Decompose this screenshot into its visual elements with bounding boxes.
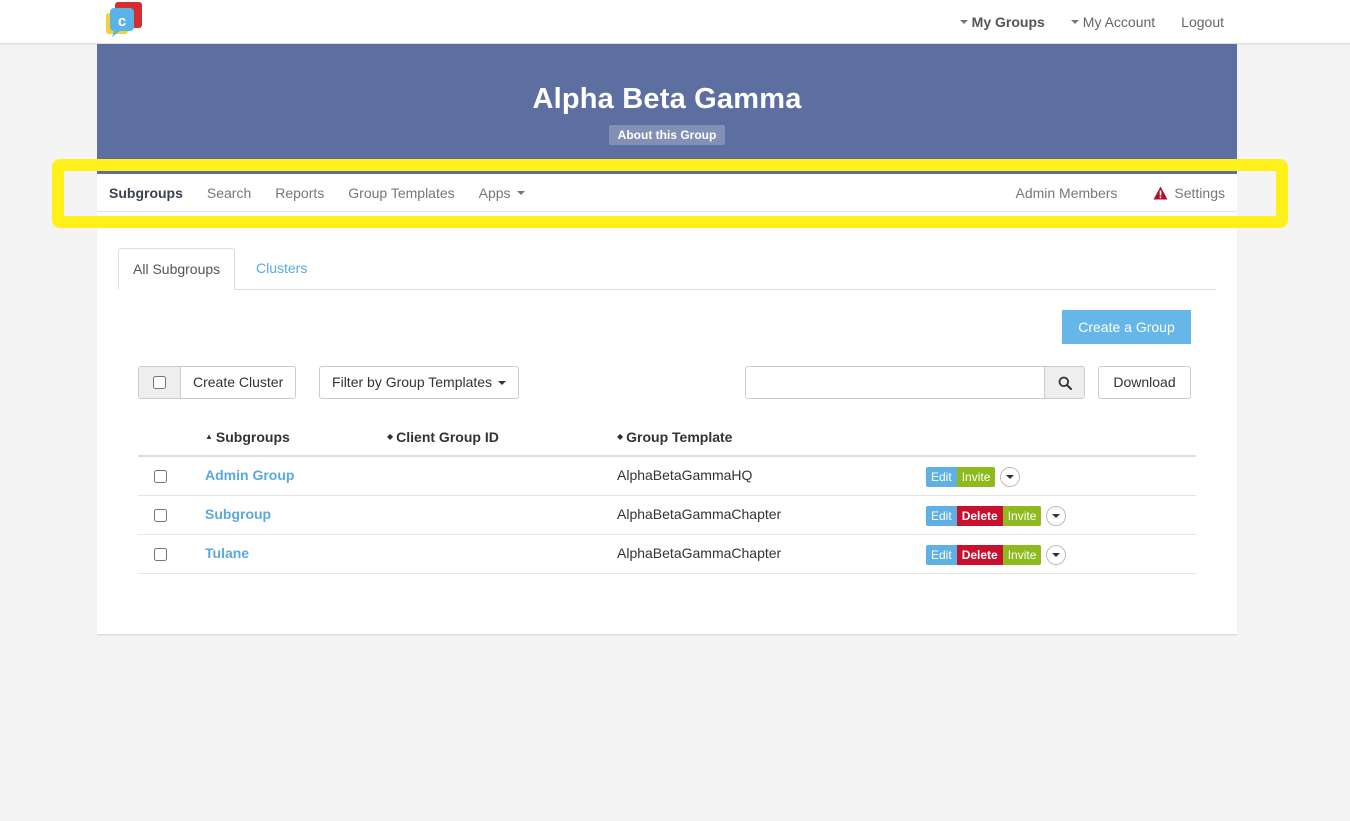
header-subgroups-label: Subgroups [215, 429, 290, 445]
select-all-checkbox[interactable] [153, 376, 166, 389]
more-actions-button[interactable] [1000, 467, 1021, 487]
search-button[interactable] [1044, 367, 1084, 398]
group-title: Alpha Beta Gamma [532, 83, 802, 115]
table-row: Admin Group AlphaBetaGammaHQ Edit Invite [138, 457, 1196, 496]
delete-button[interactable]: Delete [956, 506, 1003, 526]
about-group-button[interactable]: About this Group [608, 125, 726, 145]
subnav-group-templates[interactable]: Group Templates [348, 185, 454, 201]
search-group [745, 366, 1085, 399]
group-template-value: AlphaBetaGammaChapter [617, 506, 782, 522]
table-row: Subgroup AlphaBetaGammaChapter Edit Dele… [138, 496, 1196, 535]
caret-down-icon [1052, 553, 1061, 557]
caret-down-icon [1006, 475, 1015, 479]
subnav-reports[interactable]: Reports [275, 185, 324, 201]
subgroup-name-link[interactable]: Subgroup [205, 506, 271, 522]
subgroups-table: ▲ Subgroups ◆ Client Group ID ◆ Group Te… [138, 420, 1196, 574]
invite-button[interactable]: Invite [956, 467, 996, 487]
search-icon [1058, 376, 1072, 390]
group-subnav: Subgroups Search Reports Group Templates… [97, 174, 1237, 212]
invite-button[interactable]: Invite [1002, 506, 1042, 526]
caret-down-icon [959, 20, 968, 24]
header-client-group-id[interactable]: ◆ Client Group ID [387, 429, 499, 445]
main-panel: All Subgroups Clusters Create a Group Cr… [97, 212, 1237, 635]
my-account-label: My Account [1082, 14, 1156, 30]
caret-down-icon [497, 381, 506, 386]
my-groups-menu[interactable]: My Groups [959, 14, 1045, 30]
logout-label: Logout [1181, 14, 1224, 30]
select-all-wrapper [139, 367, 181, 398]
caret-down-icon [516, 191, 525, 195]
create-cluster-button[interactable]: Create Cluster [181, 367, 296, 398]
apps-label: Apps [478, 185, 511, 201]
edit-button[interactable]: Edit [926, 506, 957, 526]
row-checkbox[interactable] [154, 548, 167, 561]
subgroup-name-link[interactable]: Admin Group [205, 467, 294, 483]
group-template-value: AlphaBetaGammaChapter [617, 545, 782, 561]
header-client-group-id-label: Client Group ID [396, 429, 499, 445]
more-actions-button[interactable] [1046, 545, 1067, 565]
subnav-subgroups[interactable]: Subgroups [109, 185, 183, 201]
subgroup-tabs: All Subgroups Clusters [118, 248, 1216, 290]
edit-button[interactable]: Edit [926, 467, 957, 487]
group-banner: Alpha Beta Gamma About this Group [97, 44, 1237, 174]
header-group-template[interactable]: ◆ Group Template [617, 429, 732, 445]
settings-label: Settings [1174, 185, 1225, 201]
sort-both-icon: ◆ [387, 432, 394, 441]
logout-link[interactable]: Logout [1181, 14, 1224, 30]
warning-icon [1153, 186, 1168, 200]
download-button[interactable]: Download [1098, 366, 1191, 399]
invite-button[interactable]: Invite [1002, 545, 1042, 565]
subnav-settings[interactable]: Settings [1153, 185, 1225, 201]
create-group-button[interactable]: Create a Group [1062, 310, 1191, 344]
row-checkbox[interactable] [154, 470, 167, 483]
row-actions: Edit Delete Invite [926, 506, 1067, 526]
header-subgroups[interactable]: ▲ Subgroups [205, 429, 290, 445]
tab-all-subgroups[interactable]: All Subgroups [118, 248, 236, 290]
table-row: Tulane AlphaBetaGammaChapter Edit Delete… [138, 535, 1196, 574]
svg-text:c: c [118, 13, 126, 30]
my-groups-label: My Groups [971, 14, 1045, 30]
row-actions: Edit Delete Invite [926, 545, 1067, 565]
my-account-menu[interactable]: My Account [1070, 14, 1156, 30]
caret-down-icon [1070, 20, 1079, 24]
subnav-admin-members[interactable]: Admin Members [1015, 185, 1117, 201]
filter-templates-label: Filter by Group Templates [332, 374, 493, 390]
cluster-button-group: Create Cluster [138, 366, 297, 399]
filter-templates-dropdown[interactable]: Filter by Group Templates [319, 366, 519, 399]
edit-button[interactable]: Edit [926, 545, 957, 565]
caret-down-icon [1052, 514, 1061, 518]
delete-button[interactable]: Delete [956, 545, 1003, 565]
subgroup-name-link[interactable]: Tulane [205, 545, 249, 561]
row-actions: Edit Invite [926, 467, 1021, 487]
table-header: ▲ Subgroups ◆ Client Group ID ◆ Group Te… [138, 420, 1196, 457]
more-actions-button[interactable] [1046, 506, 1067, 526]
header-group-template-label: Group Template [626, 429, 733, 445]
subnav-search[interactable]: Search [207, 185, 251, 201]
tab-clusters[interactable]: Clusters [242, 248, 321, 290]
search-input[interactable] [746, 367, 1044, 398]
group-template-value: AlphaBetaGammaHQ [617, 467, 753, 483]
sort-both-icon: ◆ [617, 432, 624, 441]
subnav-apps[interactable]: Apps [479, 185, 525, 201]
top-navbar: c My Groups My Account Logout [0, 0, 1350, 44]
sort-asc-icon: ▲ [205, 432, 213, 441]
app-logo-icon[interactable]: c [106, 2, 144, 38]
row-checkbox[interactable] [154, 509, 167, 522]
